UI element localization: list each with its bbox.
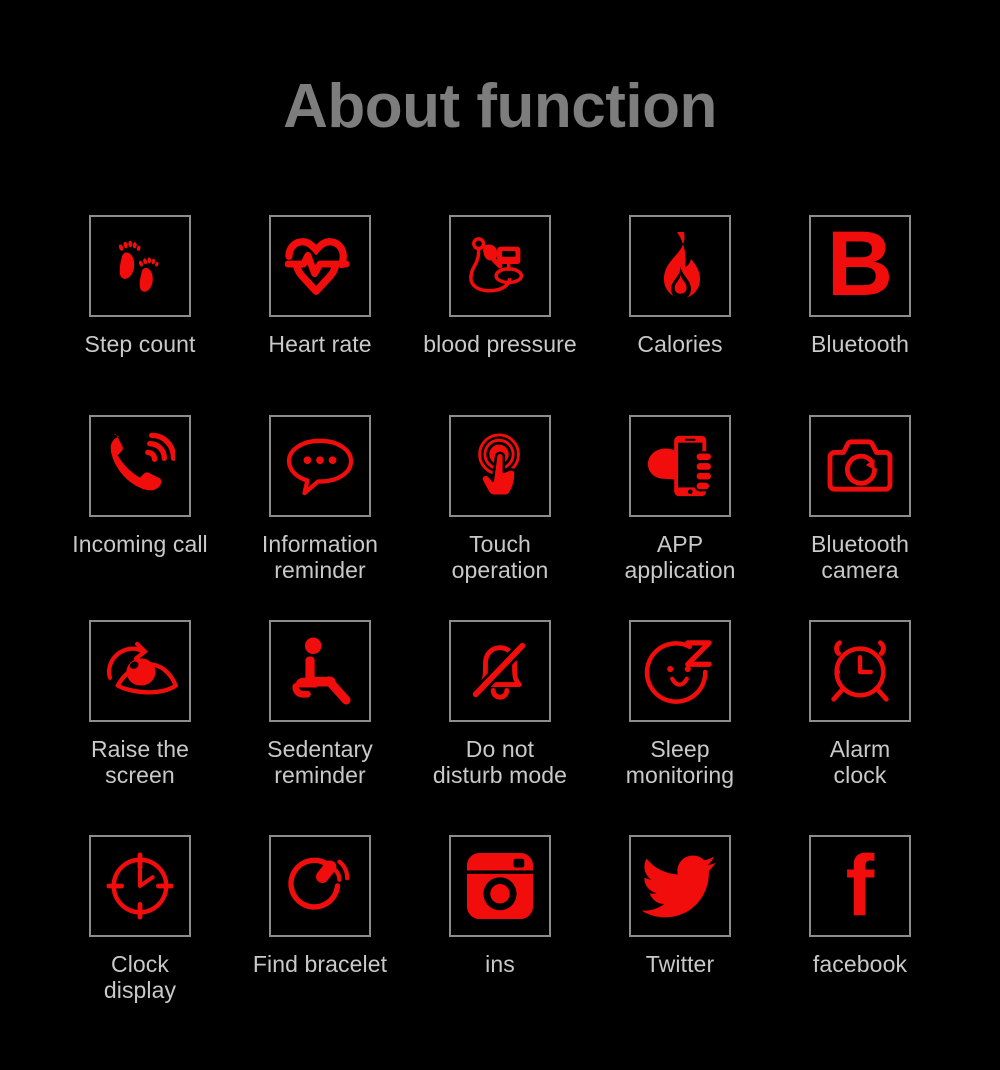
function-grid: Step count Heart rate blood pressure Cal…	[50, 215, 950, 1050]
function-item-label: Bluetooth camera	[810, 531, 910, 583]
function-item-label: Clock display	[103, 951, 177, 1003]
function-item-label: Twitter	[645, 951, 715, 977]
sleeping-face-icon	[644, 640, 712, 704]
speech-bubble-icon	[286, 438, 354, 496]
function-item-twitter[interactable]: Twitter	[590, 835, 770, 1050]
hand-holding-phone-icon	[647, 435, 714, 497]
icon-box: B	[809, 215, 911, 317]
function-item-do-not-disturb[interactable]: Do not disturb mode	[410, 620, 590, 835]
icon-box	[449, 620, 551, 722]
function-item-label: Do not disturb mode	[432, 736, 568, 788]
bell-slash-icon	[469, 639, 529, 701]
function-item-label: APP application	[624, 531, 736, 583]
function-item-label: Bluetooth	[810, 331, 910, 357]
function-item-label: facebook	[812, 951, 908, 977]
icon-box	[89, 415, 191, 517]
function-item-raise-the-screen[interactable]: Raise the screen	[50, 620, 230, 835]
icon-box	[629, 835, 731, 937]
icon-box	[269, 620, 371, 722]
grid-row: Step count Heart rate blood pressure Cal…	[50, 215, 950, 415]
icon-box	[809, 415, 911, 517]
page-title: About function	[283, 72, 717, 141]
icon-box	[89, 620, 191, 722]
function-item-calories[interactable]: Calories	[590, 215, 770, 415]
function-item-blood-pressure[interactable]: blood pressure	[410, 215, 590, 415]
function-item-label: Raise the screen	[90, 736, 190, 788]
function-item-label: Step count	[84, 331, 196, 357]
function-item-label: Information reminder	[261, 531, 379, 583]
heart-pulse-icon	[285, 238, 350, 295]
eye-rotate-icon	[107, 641, 178, 695]
icon-box	[629, 415, 731, 517]
function-item-bluetooth[interactable]: B Bluetooth	[770, 215, 950, 415]
function-item-label: Sedentary reminder	[267, 736, 373, 788]
function-item-bluetooth-camera[interactable]: Bluetooth camera	[770, 415, 950, 620]
function-item-clock-display[interactable]: Clock display	[50, 835, 230, 1050]
icon-box	[449, 835, 551, 937]
function-item-label: Calories	[637, 331, 723, 357]
function-item-find-bracelet[interactable]: Find bracelet	[230, 835, 410, 1050]
icon-box	[629, 215, 731, 317]
grid-row: Incoming call Information reminder Touch…	[50, 415, 950, 620]
icon-box: f	[809, 835, 911, 937]
function-item-label: Sleep monitoring	[625, 736, 735, 788]
camera-outline-icon	[827, 439, 893, 492]
function-item-sedentary-reminder[interactable]: Sedentary reminder	[230, 620, 410, 835]
letter-b-icon: B	[826, 213, 894, 315]
function-item-app-application[interactable]: APP application	[590, 415, 770, 620]
icon-box	[629, 620, 731, 722]
icon-box	[809, 620, 911, 722]
function-item-heart-rate[interactable]: Heart rate	[230, 215, 410, 415]
icon-box	[89, 215, 191, 317]
footprints-icon	[118, 240, 159, 292]
ringing-phone-icon	[110, 432, 175, 491]
twitter-bird-icon	[642, 855, 716, 918]
grid-row: Clock display Find bracelet ins Twitter …	[50, 835, 950, 1050]
function-item-label: blood pressure	[423, 331, 577, 357]
function-item-incoming-call[interactable]: Incoming call	[50, 415, 230, 620]
function-item-sleep-monitoring[interactable]: Sleep monitoring	[590, 620, 770, 835]
function-item-ins[interactable]: ins	[410, 835, 590, 1050]
function-item-label: Touch operation	[451, 531, 549, 583]
vibrating-bracelet-icon	[288, 857, 350, 910]
function-item-step-count[interactable]: Step count	[50, 215, 230, 415]
grid-row: Raise the screen Sedentary reminder Do n…	[50, 620, 950, 835]
icon-box	[449, 415, 551, 517]
function-item-label: Heart rate	[268, 331, 372, 357]
flame-icon	[664, 232, 700, 299]
function-item-label: Find bracelet	[252, 951, 388, 977]
instagram-icon	[466, 852, 534, 920]
function-item-alarm-clock[interactable]: Alarm clock	[770, 620, 950, 835]
function-item-label: Alarm clock	[829, 736, 891, 788]
facebook-f-icon: f	[845, 838, 875, 934]
function-item-label: Incoming call	[72, 531, 208, 557]
touch-finger-icon	[478, 433, 520, 497]
function-item-facebook[interactable]: f facebook	[770, 835, 950, 1050]
clock-face-icon	[106, 852, 174, 920]
icon-box	[449, 215, 551, 317]
icon-box	[89, 835, 191, 937]
icon-box	[269, 415, 371, 517]
function-item-information-reminder[interactable]: Information reminder	[230, 415, 410, 620]
alarm-clock-icon	[831, 640, 889, 702]
about-function-page: About function Step count Heart rate blo…	[0, 0, 1000, 1070]
function-item-label: ins	[485, 951, 515, 977]
function-item-touch-operation[interactable]: Touch operation	[410, 415, 590, 620]
icon-box	[269, 215, 371, 317]
icon-box	[269, 835, 371, 937]
blood-pressure-monitor-icon	[469, 237, 524, 293]
seated-person-icon	[292, 637, 351, 705]
